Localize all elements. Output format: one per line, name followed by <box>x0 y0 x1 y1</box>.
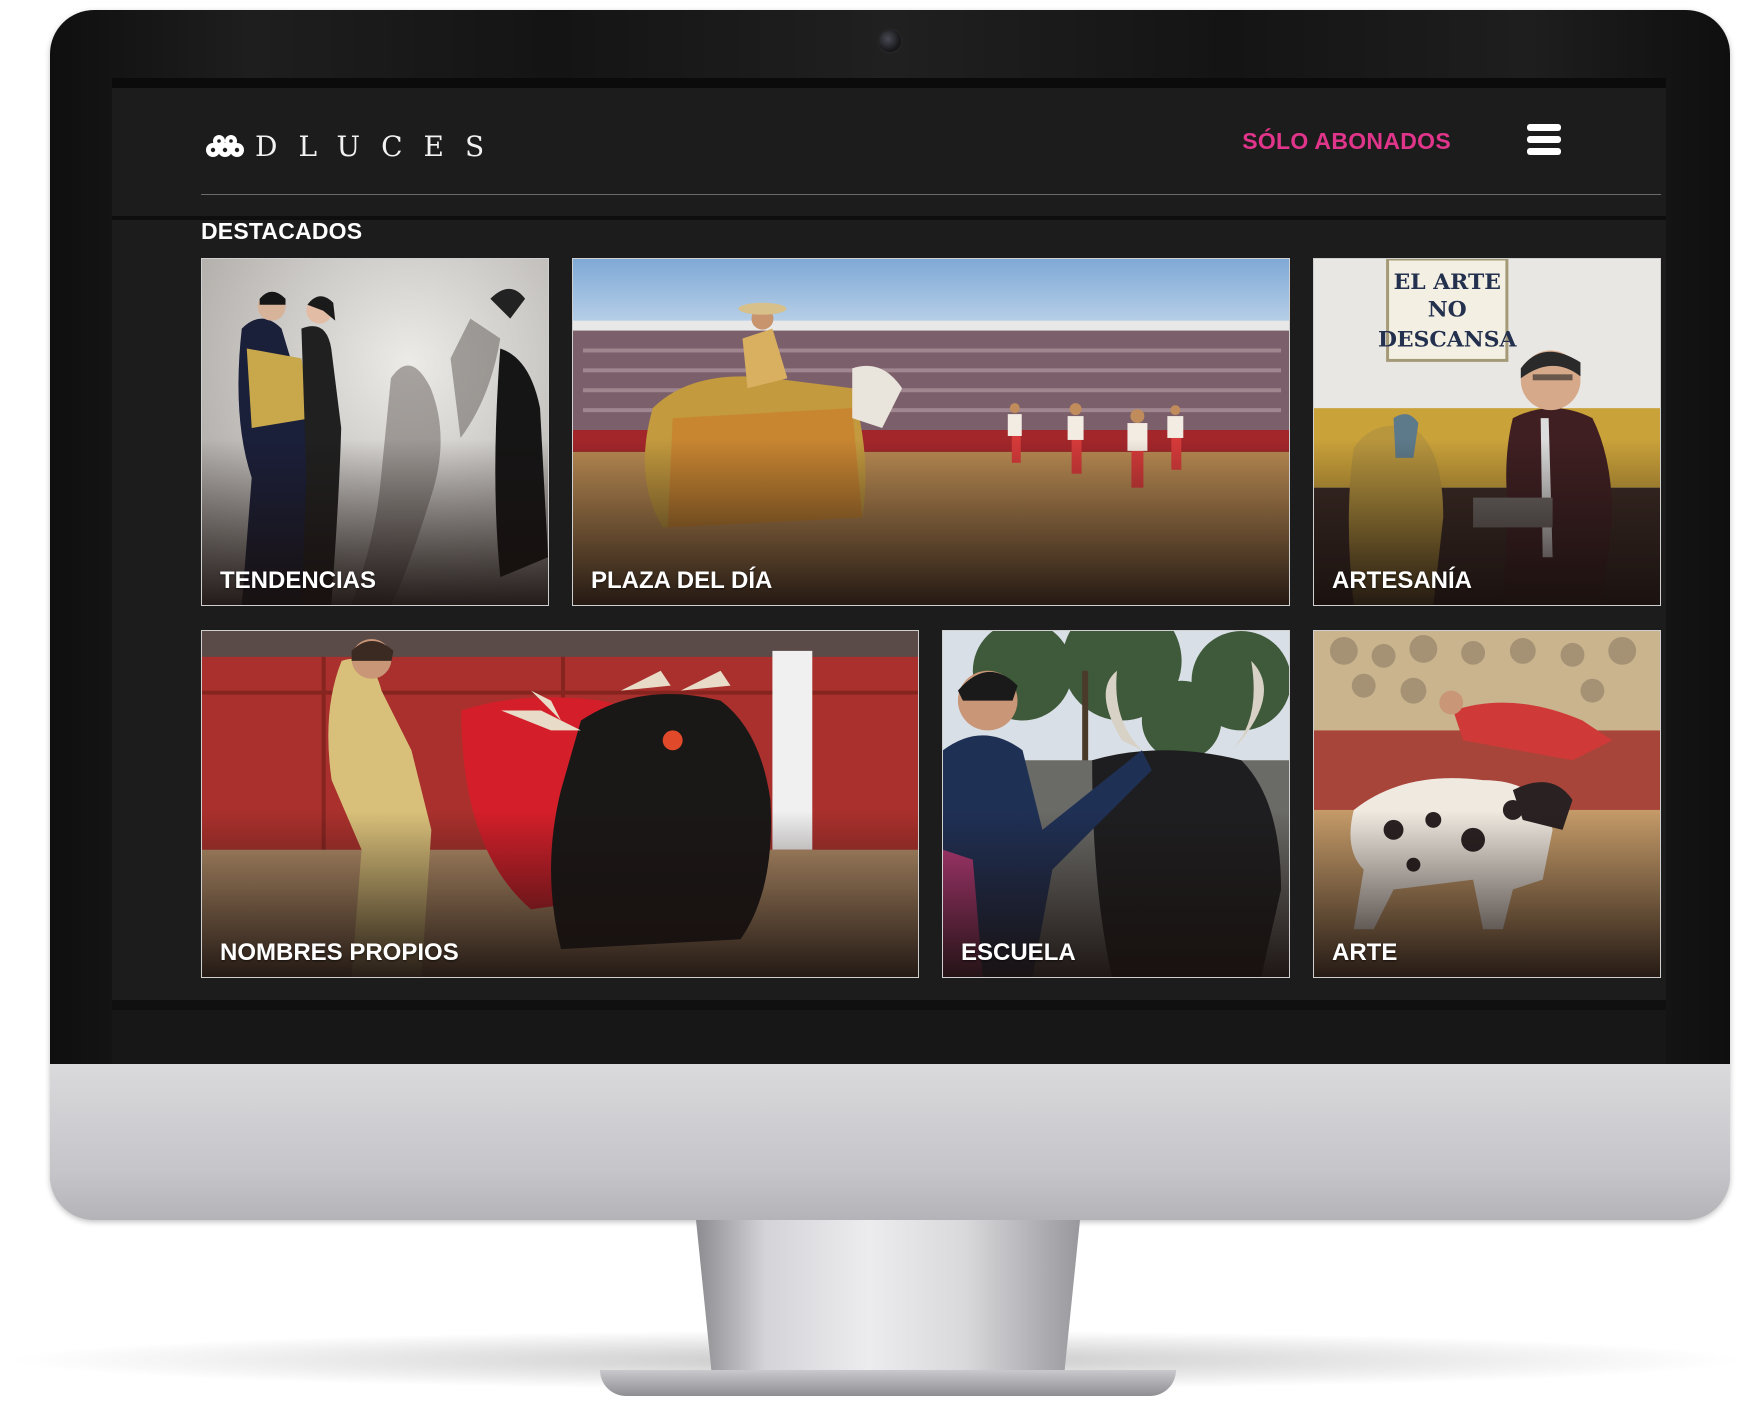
tile-escuela[interactable]: ESCUELA <box>942 630 1290 978</box>
header-divider <box>201 194 1661 195</box>
tile-label: ESCUELA <box>961 939 1076 966</box>
tile-nombres-propios[interactable]: NOMBRES PROPIOS <box>201 630 919 978</box>
sign-line-1: EL ARTE <box>1394 269 1501 295</box>
tile-label: ARTE <box>1332 939 1398 966</box>
subscribers-only-link[interactable]: SÓLO ABONADOS <box>1242 128 1451 155</box>
site-logo[interactable]: DLUCES <box>205 126 505 166</box>
screen-bottom-band <box>112 1000 1666 1010</box>
tile-label: ARTESANÍA <box>1332 567 1473 594</box>
section-title: DESTACADOS <box>201 218 363 244</box>
tile-artesania[interactable]: EL ARTE NO DESCANSA ARTESANÍA <box>1313 258 1661 606</box>
tile-label: NOMBRES PROPIOS <box>220 939 459 966</box>
hamburger-menu-icon[interactable] <box>1527 124 1561 160</box>
tile-label: PLAZA DEL DÍA <box>591 567 773 594</box>
shop-sign: EL ARTE NO DESCANSA <box>1378 259 1518 362</box>
screen: DLUCES SÓLO ABONADOS DESTACADOS TENDENCI… <box>112 78 1666 1010</box>
screen-bottom-edge <box>112 1010 1666 1064</box>
tile-arte[interactable]: ARTE <box>1313 630 1661 978</box>
webcam-icon <box>879 30 901 52</box>
tile-label: TENDENCIAS <box>220 567 377 594</box>
monitor-stand-foot <box>600 1370 1176 1396</box>
tile-tendencias[interactable]: TENDENCIAS <box>201 258 549 606</box>
site-header: DLUCES SÓLO ABONADOS <box>112 88 1666 216</box>
monitor: DLUCES SÓLO ABONADOS DESTACADOS TENDENCI… <box>50 10 1730 1220</box>
sign-line-2: NO <box>1428 297 1467 323</box>
logo-mark-icon <box>206 135 244 157</box>
sign-line-3: DESCANSA <box>1378 326 1518 352</box>
screen-top-edge <box>112 78 1666 88</box>
tile-plaza-del-dia[interactable]: PLAZA DEL DÍA <box>572 258 1290 606</box>
logo-text: DLUCES <box>255 129 506 163</box>
monitor-stand-neck <box>696 1220 1080 1370</box>
monitor-chin <box>50 1064 1730 1220</box>
